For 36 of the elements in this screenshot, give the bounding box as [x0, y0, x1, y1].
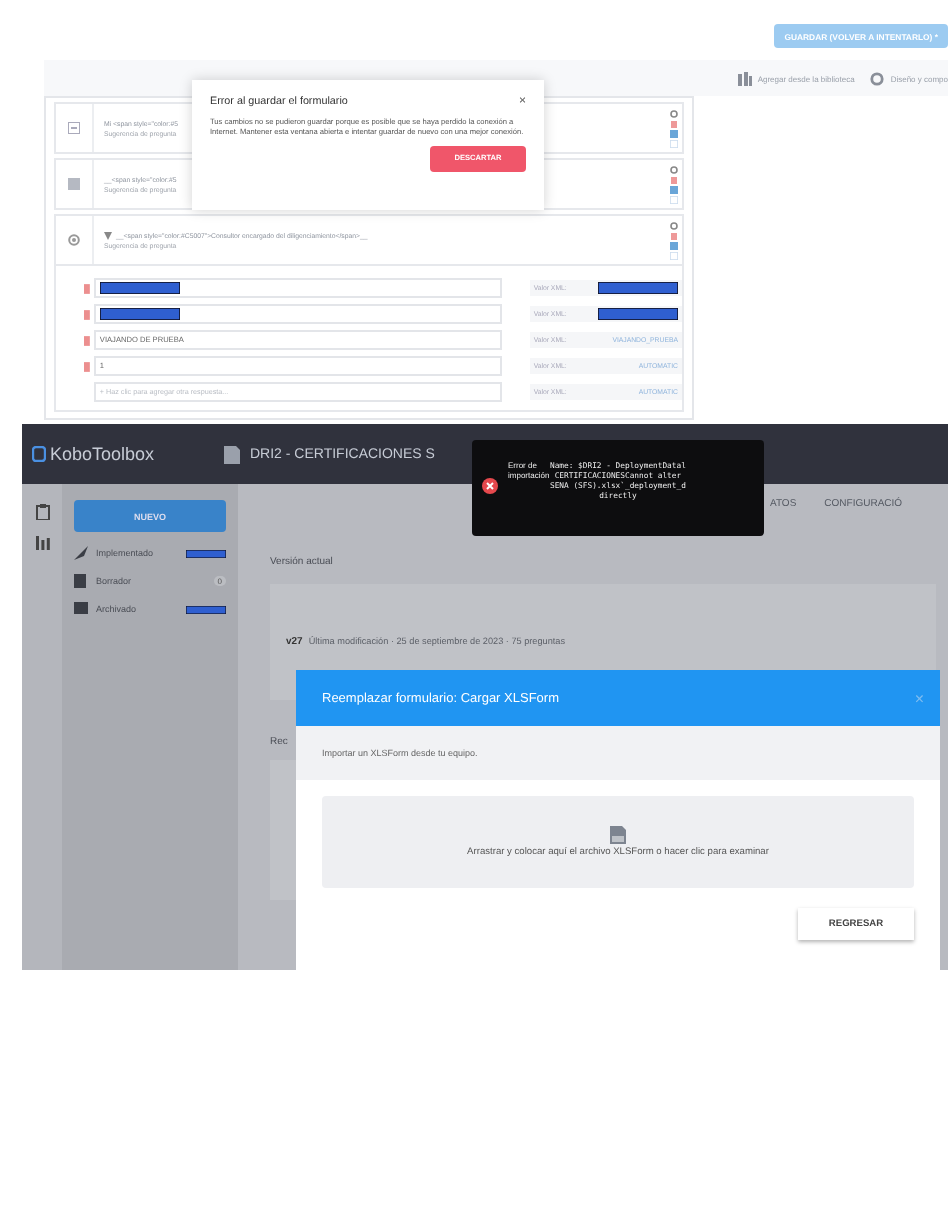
radio-type-icon	[68, 234, 80, 246]
trash-icon	[84, 309, 90, 319]
choice-field[interactable]	[93, 304, 502, 324]
gear-icon	[670, 109, 678, 117]
gear-icon	[870, 71, 885, 85]
redaction-bar	[597, 308, 678, 320]
clipboard-icon	[35, 504, 49, 520]
copy-icon	[670, 241, 678, 249]
text-type-icon	[68, 122, 80, 134]
trash-icon	[670, 119, 678, 127]
redaction-bar	[186, 549, 226, 557]
choice-field[interactable]	[93, 278, 502, 298]
redaction-bar	[99, 308, 180, 320]
trash-icon	[84, 361, 90, 371]
redaction-bar	[597, 282, 678, 294]
error-icon	[482, 478, 498, 494]
library-icon	[737, 71, 752, 85]
copy-icon	[670, 129, 678, 137]
add-icon	[670, 251, 678, 259]
add-icon	[670, 139, 678, 147]
gear-icon	[670, 165, 678, 173]
chart-icon	[35, 536, 49, 550]
gear-icon	[670, 221, 678, 229]
spreadsheet-file-icon	[610, 826, 626, 844]
trash-icon	[84, 335, 90, 345]
trash-icon	[84, 283, 90, 293]
trash-icon	[670, 175, 678, 183]
app-logo[interactable]: KoboToolbox	[50, 444, 155, 464]
form-icon	[222, 443, 242, 465]
add-icon	[670, 195, 678, 203]
note-type-icon	[68, 178, 80, 190]
copy-icon	[670, 185, 678, 193]
logo-icon	[32, 446, 46, 462]
trash-icon	[670, 231, 678, 239]
redaction-bar	[99, 282, 180, 294]
redaction-bar	[186, 605, 226, 613]
